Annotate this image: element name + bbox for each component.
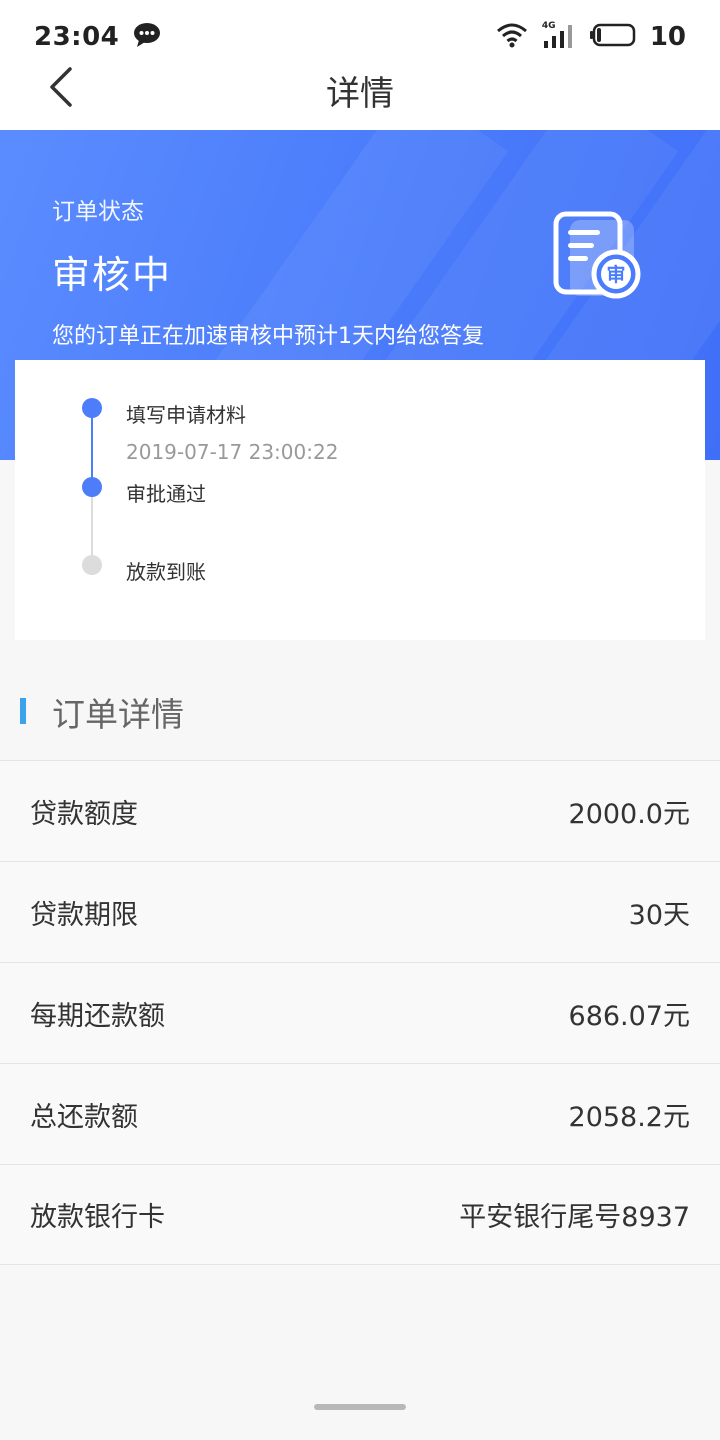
detail-row-total-repayment: 总还款额 2058.2元 [0,1063,720,1164]
signal-icon: 4G [542,21,576,51]
nav-header: 详情 [0,48,720,130]
timeline-step-time: 2019-07-17 23:00:22 [126,440,339,464]
order-details-header: 订单详情 [0,680,720,760]
home-indicator[interactable] [314,1404,406,1410]
timeline-connector [91,490,93,564]
detail-row-installment: 每期还款额 686.07元 [0,962,720,1063]
detail-row-loan-amount: 贷款额度 2000.0元 [0,760,720,861]
timeline-step-label: 填写申请材料 [126,403,246,427]
detail-value: 2058.2元 [568,1101,690,1133]
detail-value: 686.07元 [568,1000,690,1032]
timeline-step-label: 审批通过 [126,482,206,506]
section-accent-bar [20,698,26,724]
detail-row-loan-term: 贷款期限 30天 [0,861,720,962]
order-details-list: 贷款额度 2000.0元 贷款期限 30天 每期还款额 686.07元 总还款额… [0,760,720,1265]
detail-row-bank-card: 放款银行卡 平安银行尾号8937 [0,1164,720,1265]
detail-value: 30天 [628,899,690,931]
order-status-label: 订单状态 [52,199,144,225]
detail-label: 贷款期限 [30,899,138,931]
timeline-connector [91,410,93,486]
timeline-dot [82,477,102,497]
progress-timeline-card [15,360,705,640]
section-title: 订单详情 [52,695,184,734]
detail-value: 2000.0元 [568,798,690,830]
page-title: 详情 [326,74,394,114]
detail-label: 总还款额 [30,1101,138,1133]
review-document-icon: 审 [550,210,646,306]
screen: 23:04 4G 10 详情 订单状态 审核中 您的订单正在加速审核中预计1天内… [0,0,720,1440]
order-status-description: 您的订单正在加速审核中预计1天内给您答复 [52,324,484,349]
timeline-dot [82,555,102,575]
battery-icon [589,23,636,51]
detail-label: 贷款额度 [30,798,138,830]
timeline-step-label: 放款到账 [126,560,206,584]
review-icon-char: 审 [606,263,625,286]
detail-label: 每期还款额 [30,1000,165,1032]
order-status-value: 审核中 [52,253,173,297]
detail-value: 平安银行尾号8937 [459,1202,690,1233]
detail-label: 放款银行卡 [30,1202,165,1233]
timeline-dot [82,398,102,418]
